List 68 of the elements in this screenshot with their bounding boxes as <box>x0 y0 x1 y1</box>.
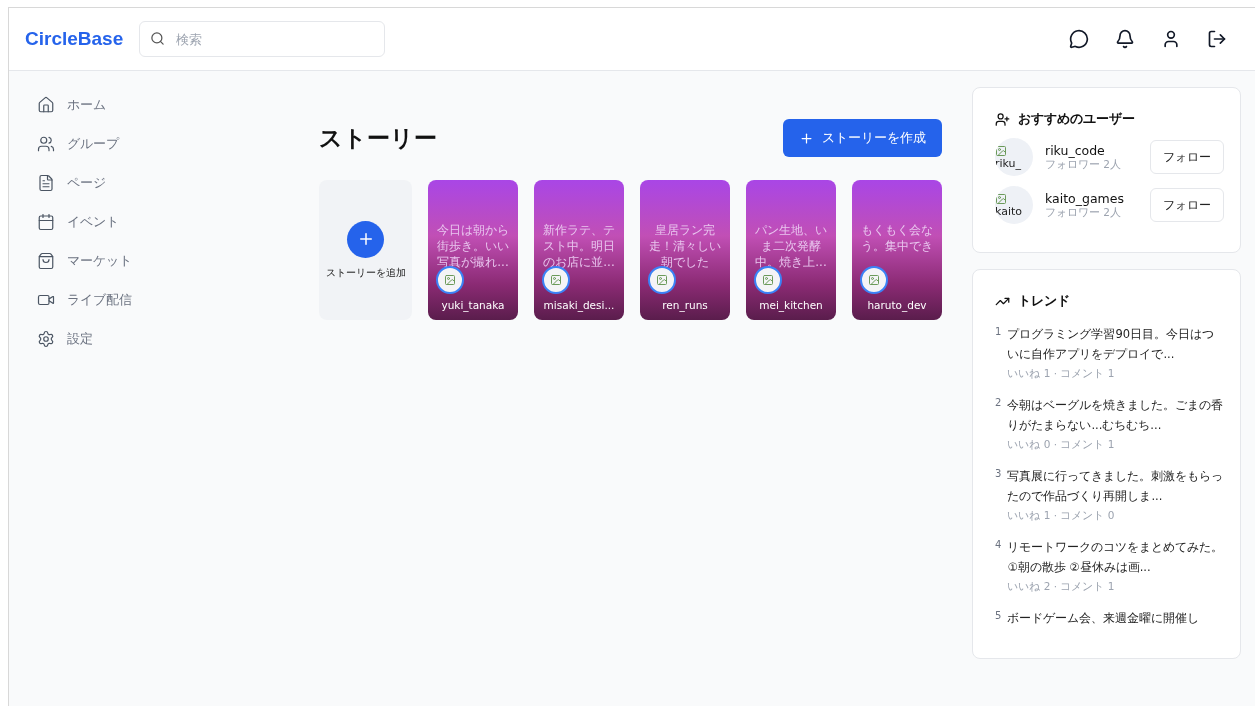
broken-image-icon <box>995 144 1007 157</box>
story-card[interactable]: 今日は朝から街歩き。いい写真が撮れ... yuki_tanaka <box>428 180 518 320</box>
follower-count: フォロワー 2人 <box>1045 205 1122 220</box>
card-title: トレンド <box>1018 292 1070 310</box>
users-icon <box>37 135 55 153</box>
avatar-alt-text: kaito <box>995 204 1024 218</box>
sidebar-item[interactable]: イベント <box>37 210 287 234</box>
sidebar-item[interactable]: グループ <box>37 132 287 156</box>
calendar-icon <box>37 213 55 231</box>
story-card[interactable]: もくもく会なう。集中でき haruto_dev <box>852 180 942 320</box>
trend-rank: 3 <box>995 467 1002 481</box>
story-text: パン生地、いま二次発酵中。焼き上... <box>754 222 828 270</box>
trend-stats: いいね 1 · コメント 0 <box>1007 509 1116 523</box>
plus-icon <box>347 220 384 258</box>
section-title: ストーリー <box>319 123 437 153</box>
create-story-button[interactable]: ストーリーを作成 <box>783 119 942 157</box>
add-story-card[interactable]: ストーリーを追加 <box>319 180 412 320</box>
username: riku_code <box>1045 142 1106 158</box>
story-card[interactable]: 皇居ラン完走！清々しい朝でした ren_runs <box>640 180 730 320</box>
avatar-placeholder <box>860 266 888 294</box>
sidebar-item[interactable]: 設定 <box>37 327 287 351</box>
trend-rank: 5 <box>995 609 1002 623</box>
sidebar-item[interactable]: ホーム <box>37 93 287 117</box>
trend-stats: いいね 0 · コメント 1 <box>1007 438 1116 452</box>
avatar-placeholder <box>648 266 676 294</box>
story-text: 今日は朝から街歩き。いい写真が撮れ... <box>436 222 510 270</box>
story-card[interactable]: パン生地、いま二次発酵中。焼き上... mei_kitchen <box>746 180 836 320</box>
plus-icon <box>799 130 814 146</box>
avatar-alt-text: riku_ <box>995 156 1023 170</box>
user-plus-icon <box>995 111 1010 127</box>
trend-post-link[interactable]: プログラミング学習90日目。今日はついに自作アプリをデプロイで... <box>1007 324 1224 364</box>
story-username: ren_runs <box>661 299 709 311</box>
chat-bubble-icon[interactable] <box>1067 27 1091 51</box>
search-field[interactable]: 検索 <box>139 21 386 57</box>
story-text: 皇居ラン完走！清々しい朝でした <box>648 222 722 270</box>
trend-rank: 2 <box>995 396 1002 410</box>
trend-post-link[interactable]: 今朝はベーグルを焼きました。ごまの香りがたまらない...むちむち... <box>1007 395 1224 435</box>
story-username: misaki_desi... <box>542 299 616 311</box>
trend-stats: いいね 1 · コメント 1 <box>1007 367 1116 381</box>
add-story-label: ストーリーを追加 <box>325 265 406 280</box>
follow-button[interactable]: フォロー <box>1150 140 1224 174</box>
story-username: yuki_tanaka <box>440 299 506 311</box>
trend-post-link[interactable]: 写真展に行ってきました。刺激をもらったので作品づくり再開しま... <box>1007 466 1224 506</box>
logo[interactable]: CircleBase <box>25 28 124 50</box>
story-username: mei_kitchen <box>758 299 824 311</box>
trend-rank: 1 <box>995 325 1002 339</box>
sidebar-item[interactable]: ページ <box>37 171 287 195</box>
story-text: もくもく会なう。集中でき <box>860 222 934 254</box>
card-title: おすすめのユーザー <box>1018 110 1135 128</box>
trend-post-link[interactable]: リモートワークのコツをまとめてみた。①朝の散歩 ②昼休みは画... <box>1007 537 1224 577</box>
trend-stats: いいね 2 · コメント 1 <box>1007 580 1116 594</box>
page-icon <box>37 174 55 192</box>
sidebar-item[interactable]: マーケット <box>37 249 287 273</box>
search-icon <box>150 31 166 46</box>
avatar-placeholder <box>542 266 570 294</box>
follower-count: フォロワー 2人 <box>1045 157 1123 172</box>
trend-rank: 4 <box>995 538 1002 552</box>
home-icon <box>37 96 55 114</box>
follow-button[interactable]: フォロー <box>1150 188 1224 222</box>
gear-icon <box>37 330 55 348</box>
broken-image-icon <box>995 192 1007 205</box>
sidebar-item[interactable]: ライブ配信 <box>37 288 287 312</box>
story-username: haruto_dev <box>866 299 928 311</box>
avatar-placeholder <box>436 266 464 294</box>
trend-post-link[interactable]: ボードゲーム会、来週金曜に開催し <box>1007 608 1200 628</box>
avatar-placeholder <box>754 266 782 294</box>
username: kaito_games <box>1045 190 1125 206</box>
bag-icon <box>37 252 55 270</box>
